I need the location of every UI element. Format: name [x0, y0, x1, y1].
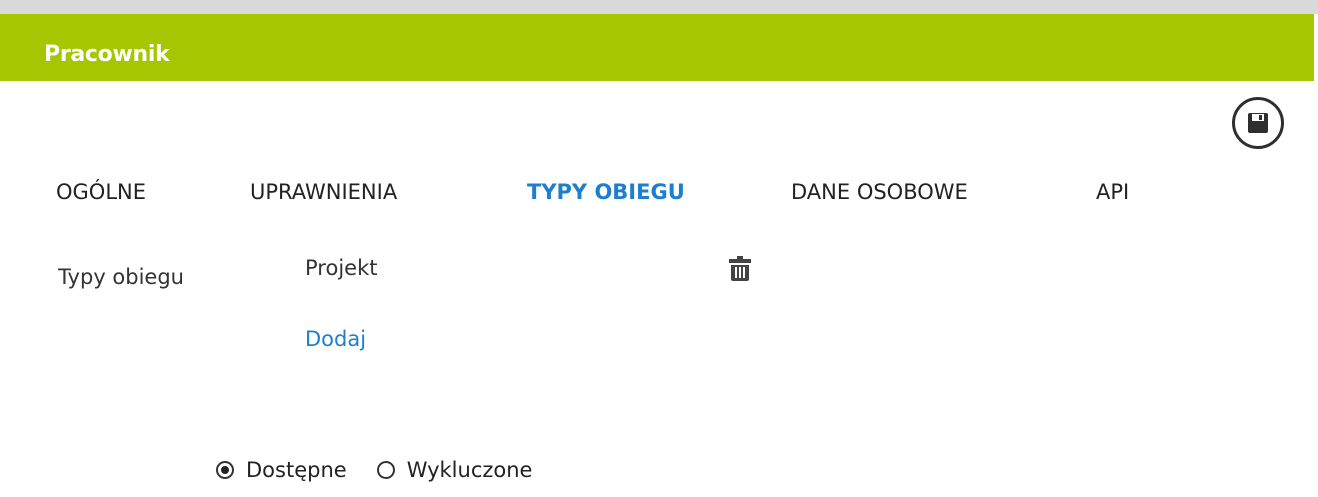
add-link[interactable]: Dodaj — [305, 327, 366, 351]
top-border — [0, 0, 1318, 14]
tab-permissions[interactable]: UPRAWNIENIA — [250, 180, 397, 204]
trash-icon[interactable] — [727, 255, 753, 283]
tab-general[interactable]: OGÓLNE — [56, 180, 146, 204]
radio-unchecked-icon[interactable] — [376, 461, 395, 479]
availability-radio-group: Dostępne Wykluczone — [216, 458, 562, 482]
radio-dot — [221, 466, 229, 474]
radio-available[interactable]: Dostępne — [216, 458, 347, 482]
radio-excluded[interactable]: Wykluczone — [376, 458, 533, 482]
page-title: Pracownik — [44, 42, 170, 67]
save-button[interactable] — [1232, 97, 1284, 149]
tab-api[interactable]: API — [1096, 180, 1129, 204]
tab-circulation-types[interactable]: TYPY OBIEGU — [527, 180, 685, 204]
circulation-type-item: Projekt — [305, 256, 378, 280]
circulation-types-label: Typy obiegu — [58, 265, 184, 289]
header-bar: Pracownik — [0, 14, 1314, 81]
radio-available-label: Dostępne — [246, 458, 347, 482]
tab-personal-data[interactable]: DANE OSOBOWE — [791, 180, 968, 204]
radio-excluded-label: Wykluczone — [406, 458, 533, 482]
radio-checked-icon[interactable] — [216, 461, 234, 479]
floppy-disk-icon — [1248, 113, 1268, 133]
